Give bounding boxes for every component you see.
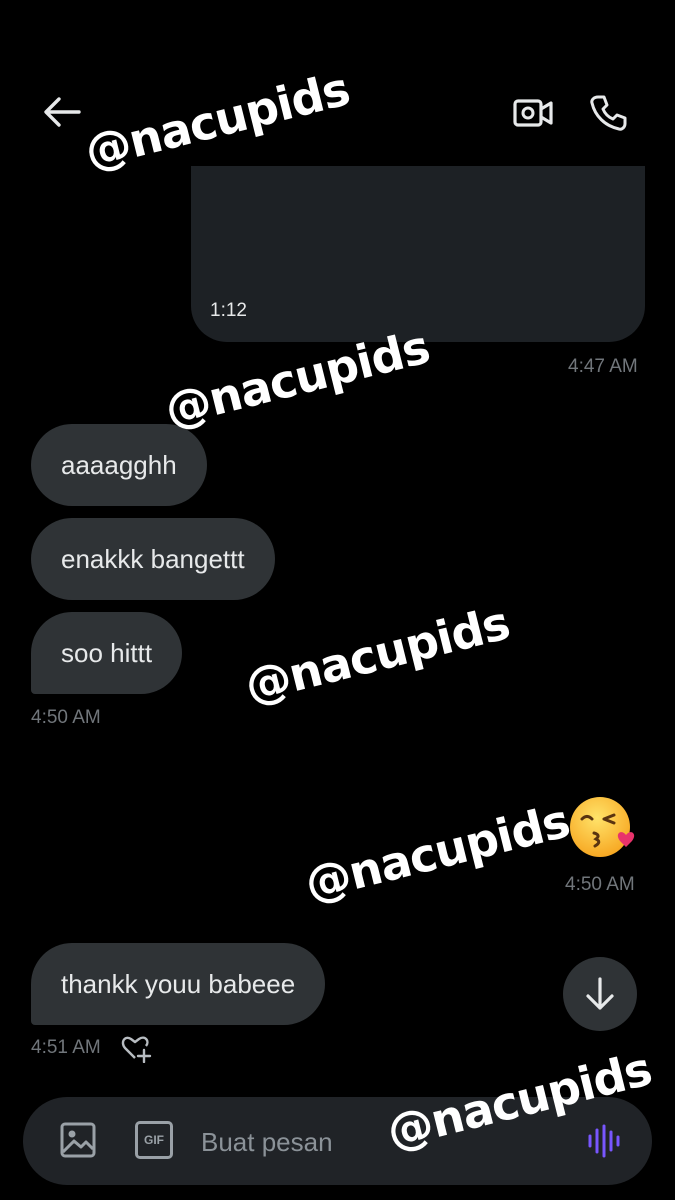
gif-button[interactable]: GIF (135, 1121, 173, 1159)
video-duration: 1:12 (210, 300, 247, 321)
voice-message-button[interactable] (585, 1122, 623, 1160)
received-message[interactable]: soo hittt (31, 612, 183, 694)
heart-plus-icon (121, 1036, 152, 1064)
phone-icon (590, 95, 627, 131)
voice-wave-icon (588, 1124, 620, 1158)
kissing-face-icon (570, 797, 635, 857)
message-timestamp: 4:50 AM (31, 707, 101, 728)
attach-media-button[interactable] (59, 1121, 99, 1161)
received-message[interactable]: aaaagghh (31, 424, 207, 506)
message-input[interactable] (199, 1119, 403, 1165)
video-call-icon (513, 99, 553, 127)
back-button[interactable] (38, 92, 84, 132)
video-call-button[interactable] (510, 92, 556, 134)
arrow-down-icon (586, 977, 614, 1010)
arrow-left-icon (44, 97, 81, 127)
message-text: enakkk bangettt (61, 543, 245, 574)
gif-label: GIF (144, 1133, 164, 1147)
message-timestamp: 4:47 AM (568, 356, 638, 377)
watermark-text: @nacupids (79, 61, 355, 180)
received-message[interactable]: enakkk bangettt (31, 518, 275, 600)
voice-call-button[interactable] (585, 90, 631, 136)
message-text: aaaagghh (61, 449, 177, 480)
message-text: soo hittt (61, 637, 153, 668)
react-button[interactable] (120, 1033, 154, 1064)
watermark-text: @nacupids (299, 793, 575, 912)
message-timestamp: 4:50 AM (565, 874, 635, 895)
message-text: thankk youu babeee (61, 968, 296, 999)
video-message[interactable]: 1:12 (191, 166, 645, 342)
sent-emoji-message[interactable] (568, 795, 642, 859)
watermark-text: @nacupids (239, 595, 515, 714)
scroll-to-bottom-button[interactable] (563, 957, 637, 1031)
message-timestamp: 4:51 AM (31, 1037, 101, 1058)
image-icon (60, 1122, 96, 1158)
received-message[interactable]: thankk youu babeee (31, 943, 326, 1025)
